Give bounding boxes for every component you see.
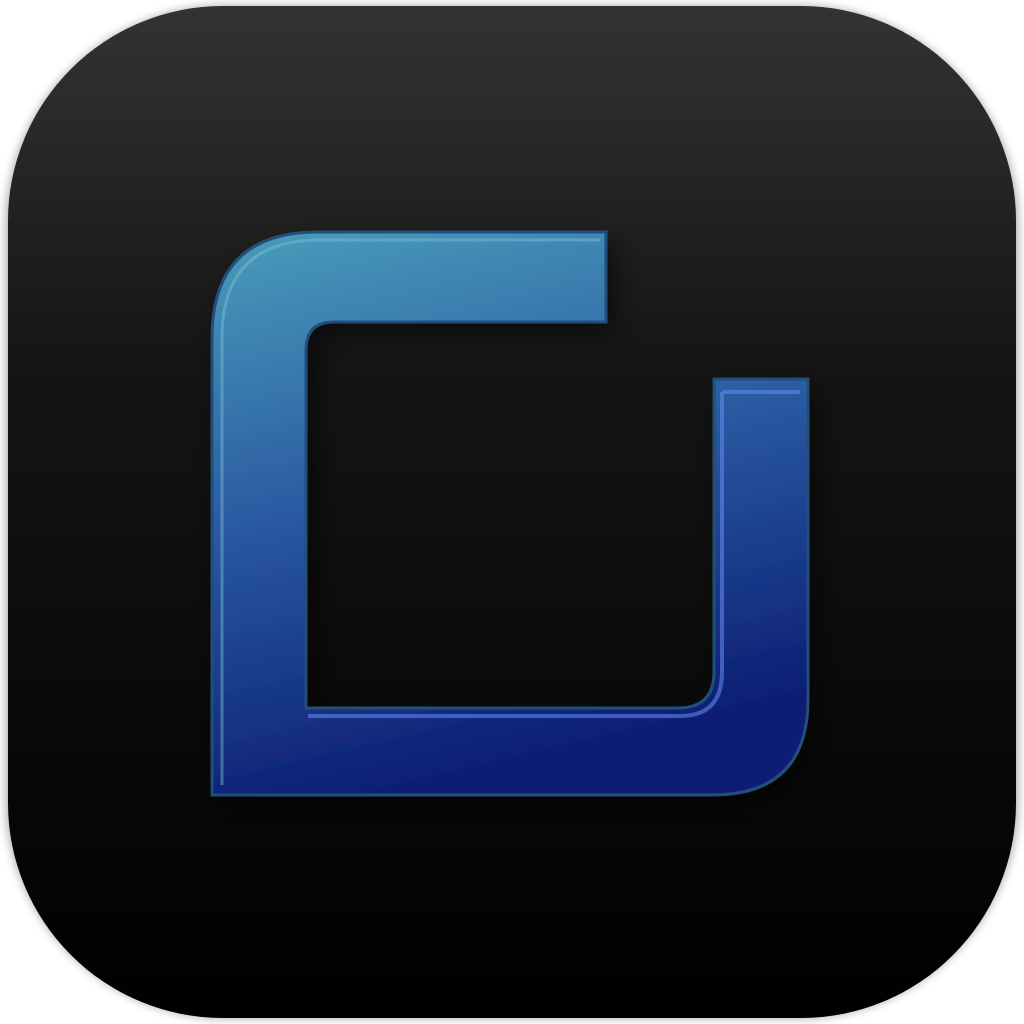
icon-canvas xyxy=(0,0,1024,1024)
app-icon[interactable] xyxy=(0,0,1024,1024)
